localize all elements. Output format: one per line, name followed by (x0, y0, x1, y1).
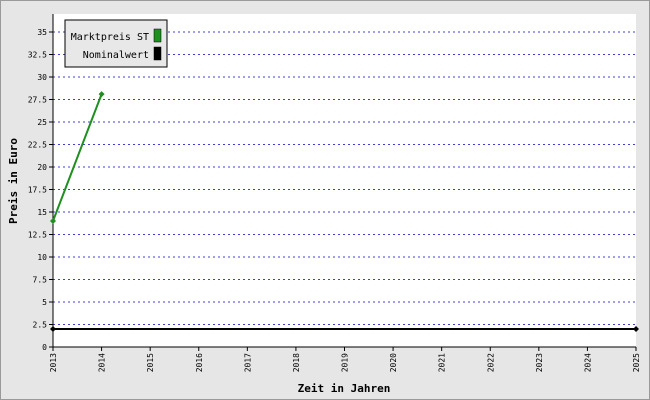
x-tick-label: 2016 (195, 353, 204, 372)
chart-svg: 0 2.5 5 7.5 10 12.5 15 17.5 20 22.5 25 27.5 30 32.5 35… (0, 0, 650, 400)
x-tick-label: 2018 (292, 353, 301, 372)
y-tick-label: 35 (37, 28, 47, 37)
legend-label-nominalwert: Nominalwert (83, 50, 149, 61)
y-tick-label: 5 (42, 298, 47, 307)
x-tick-label: 2014 (98, 353, 107, 372)
y-tick-label: 10 (37, 253, 47, 262)
x-tick-label: 2023 (535, 353, 544, 372)
y-tick-label: 7.5 (33, 276, 48, 285)
y-tick-label: 15 (37, 208, 47, 217)
legend-swatch-marktpreis (153, 28, 162, 43)
legend-swatch-nominalwert (153, 46, 162, 61)
y-axis-label: Preis in Euro (7, 138, 20, 224)
y-tick-label: 32.5 (28, 51, 47, 60)
x-tick-label: 2020 (389, 353, 398, 372)
y-tick-label: 2.5 (33, 321, 48, 330)
y-tick-label: 0 (42, 343, 47, 352)
y-tick-label: 20 (37, 163, 47, 172)
legend: Marktpreis ST Nominalwert (64, 19, 168, 68)
x-tick-label: 2021 (438, 353, 447, 372)
y-tick-label: 27.5 (28, 96, 47, 105)
y-tick-label: 25 (37, 118, 47, 127)
legend-label-marktpreis: Marktpreis ST (71, 32, 149, 43)
y-tick-label: 12.5 (28, 231, 47, 240)
x-tick-label: 2025 (632, 353, 641, 372)
chart-container: 0 2.5 5 7.5 10 12.5 15 17.5 20 22.5 25 27.5 30 32.5 35… (0, 0, 650, 400)
x-axis-label: Zeit in Jahren (298, 382, 391, 395)
x-tick-label: 2015 (146, 353, 155, 372)
x-tick-label: 2022 (486, 353, 495, 372)
x-tick-label: 2017 (243, 353, 252, 372)
y-tick-label: 30 (37, 73, 47, 82)
y-tick-label: 17.5 (28, 186, 47, 195)
x-tick-label: 2019 (341, 353, 350, 372)
x-tick-label: 2013 (49, 353, 58, 372)
x-tick-label: 2024 (583, 353, 592, 372)
y-tick-label: 22.5 (28, 141, 47, 150)
